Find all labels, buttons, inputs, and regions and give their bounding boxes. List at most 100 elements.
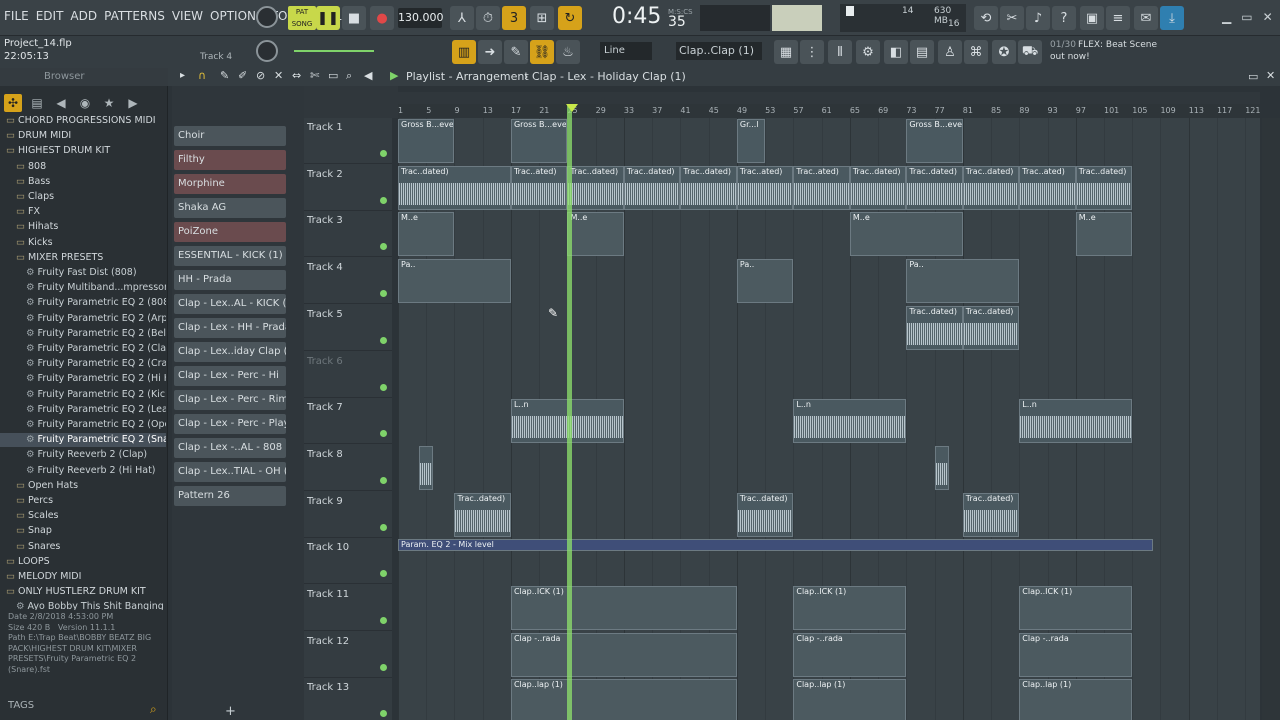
metronome-icon[interactable]: ⅄ — [450, 6, 474, 30]
mixer-view-icon[interactable]: ⦀ — [828, 40, 852, 64]
channel-item[interactable]: Morphine — [174, 174, 286, 194]
maximize-icon[interactable]: ▭ — [1241, 10, 1252, 24]
track-header[interactable]: Track 13 — [304, 678, 392, 720]
playlist-clip[interactable]: Param. EQ 2 - Mix level — [398, 539, 1154, 552]
draw-icon[interactable]: ✎ — [220, 69, 229, 82]
pencil-icon[interactable]: ✎ — [504, 40, 528, 64]
browser-folder[interactable]: ▭ HIGHEST DRUM KIT — [0, 144, 166, 158]
track-mute-led[interactable] — [380, 476, 387, 484]
channel-rack-icon[interactable]: ⋮ — [800, 40, 824, 64]
playlist-clip[interactable]: Gr...l — [736, 119, 766, 163]
track-header[interactable]: Track 9 — [304, 492, 392, 538]
arrangement-grid[interactable]: Gross B...evel Gross B...evel Gr...l Gross … — [398, 118, 1260, 720]
browser-folder[interactable]: ▭ FX — [0, 205, 166, 219]
pattern-select[interactable]: Clap..Clap (1) — [676, 42, 762, 60]
slice-icon[interactable]: ✄ — [310, 69, 319, 82]
menu-add[interactable]: ADD — [70, 9, 97, 23]
stop-button[interactable]: ■ — [342, 6, 366, 30]
channel-item[interactable]: Pattern 26 — [174, 486, 286, 506]
browser-folder[interactable]: ▭ ONLY HUSTLERZ DRUM KIT — [0, 585, 166, 599]
playlist-clip[interactable]: M..e — [567, 212, 624, 257]
playlist-clip[interactable]: M..e — [849, 212, 963, 257]
slip-icon[interactable]: ⇔ — [292, 69, 301, 82]
browser-file[interactable]: ⚙ Fruity Fast Dist (808) — [0, 266, 166, 280]
browser-file[interactable]: ⚙ Fruity Parametric EQ 2 (Lead) — [0, 403, 166, 417]
playlist-clip[interactable]: Trac..dated) — [623, 165, 681, 210]
channel-item[interactable]: Clap - Lex..AL - KICK (1) — [174, 294, 286, 314]
playlist-clip[interactable]: Trac..ated) — [1019, 165, 1076, 210]
playlist-clip[interactable]: Gross B...evel — [510, 119, 568, 163]
track-header[interactable]: Track 11 — [304, 585, 392, 631]
plugin-db-icon[interactable]: ▤ — [910, 40, 934, 64]
browser-plugin-icon[interactable]: ◉ — [76, 94, 94, 112]
playlist-maximize-icon[interactable]: ▭ — [1248, 70, 1258, 83]
menu-patterns[interactable]: PATTERNS — [104, 9, 165, 23]
track-mute-led[interactable] — [380, 196, 387, 204]
link-icon[interactable]: ⛓ — [530, 40, 554, 64]
playlist-clip[interactable]: Clap -..rada — [510, 632, 737, 677]
channel-item[interactable]: Clap - Lex - Perc - Hi — [174, 366, 286, 386]
track-header[interactable]: Track 1 — [304, 118, 392, 164]
browser-file[interactable]: ⚙ Fruity Parametric EQ 2 (Hi Hat) — [0, 372, 166, 386]
cut-icon[interactable]: ✂ — [1000, 6, 1024, 30]
mixer-icon[interactable]: ≡ — [1106, 6, 1130, 30]
playlist-clip[interactable]: Trac..dated) — [567, 165, 624, 210]
puzzle-icon[interactable]: ⌘ — [964, 40, 988, 64]
playlist-clip[interactable]: Trac..dated) — [736, 492, 794, 537]
menu-file[interactable]: FILE — [4, 9, 29, 23]
browser-folder[interactable]: ▭ Open Hats — [0, 479, 166, 493]
browser-folder[interactable]: ▭ Snap — [0, 524, 166, 538]
timeline-ruler[interactable]: 1 5 9 13 17 21 25 29 33 37 41 45 49 53 57 61 65 69 73 77 81 8… — [398, 104, 1260, 118]
playlist-clip[interactable]: Clap -..rada — [1019, 632, 1133, 677]
zoom-icon[interactable]: ⌕ — [346, 69, 352, 83]
track-mute-led[interactable] — [380, 710, 387, 718]
playlist-clip[interactable]: Gross B...evel — [398, 119, 455, 163]
channel-item[interactable]: PoiZone — [174, 222, 286, 242]
playlist-clip[interactable]: Clap..ICK (1) — [1019, 586, 1133, 630]
track-mute-led[interactable] — [380, 617, 387, 624]
browser-file[interactable]: ⚙ Fruity Parametric EQ 2 (Arp) — [0, 312, 166, 326]
browser-folder[interactable]: ▭ Claps — [0, 190, 166, 204]
track-header[interactable]: Track 5 — [304, 305, 392, 351]
browser-file[interactable]: ⚙ Fruity Parametric EQ 2 (Kick) — [0, 388, 166, 402]
playlist-clip[interactable]: Trac..dated) — [962, 305, 1020, 350]
track-mute-led[interactable] — [380, 336, 387, 344]
browser-folder[interactable]: ▭ Snares — [0, 540, 166, 554]
channel-item[interactable]: Clap - Lex..TIAL - OH (1) — [174, 462, 286, 482]
loop-record-icon[interactable]: ↻ — [558, 6, 582, 30]
playlist-clip[interactable] — [419, 445, 434, 490]
channel-item[interactable]: Clap - Lex -..AL - 808 (6) — [174, 438, 286, 458]
channel-item[interactable]: Filthy — [174, 150, 286, 170]
track-header[interactable]: Track 7 — [304, 398, 392, 445]
track-header[interactable]: Track 6 — [304, 352, 392, 398]
help-icon[interactable]: ? — [1052, 6, 1076, 30]
playlist-clip[interactable] — [934, 445, 949, 490]
browser-folder[interactable]: ▭ MIXER PRESETS — [0, 251, 166, 265]
playlist-icon[interactable]: ▦ — [774, 40, 798, 64]
track-header[interactable]: Track 4 — [304, 258, 392, 305]
browser-back-icon[interactable]: ◀ — [52, 94, 70, 112]
browser-folder[interactable]: ▭ Bass — [0, 175, 166, 189]
speaker-icon[interactable]: ◀ — [364, 69, 372, 82]
browser-file[interactable]: ⚙ Fruity Multiband...mpressor (Master) — [0, 281, 166, 295]
track-mute-led[interactable] — [380, 570, 387, 578]
vertical-scroll[interactable] — [1262, 118, 1280, 720]
save-icon[interactable]: ▣ — [1080, 6, 1104, 30]
playlist-clip[interactable]: Clap..lap (1) — [793, 679, 907, 720]
track-mute-led[interactable] — [380, 243, 387, 251]
playlist-clip[interactable]: Trac..dated) — [906, 305, 963, 350]
tempo-tap-icon[interactable]: ✪ — [992, 40, 1016, 64]
browser-file[interactable]: ⚙ Fruity Reeverb 2 (Clap) — [0, 448, 166, 462]
piano-icon[interactable]: ▥ — [452, 40, 476, 64]
channel-item[interactable]: Clap - Lex - Perc - Rim — [174, 390, 286, 410]
browser-folder[interactable]: ▭ MELODY MIDI — [0, 570, 166, 584]
playlist-clip[interactable]: Clap..lap (1) — [1019, 679, 1133, 720]
track-mute-led[interactable] — [380, 383, 387, 391]
browser-all-icon[interactable]: ✣ — [4, 94, 22, 112]
track-header[interactable]: Track 3 — [304, 211, 392, 258]
browser-folder[interactable]: ▭ CHORD PROGRESSIONS MIDI — [0, 114, 166, 128]
step-edit-icon[interactable]: ⊞ — [530, 6, 554, 30]
undo-icon[interactable]: ⟲ — [974, 6, 998, 30]
playlist-clip[interactable]: Pa.. — [736, 259, 794, 304]
playlist-clip[interactable]: M..e — [1075, 212, 1133, 257]
